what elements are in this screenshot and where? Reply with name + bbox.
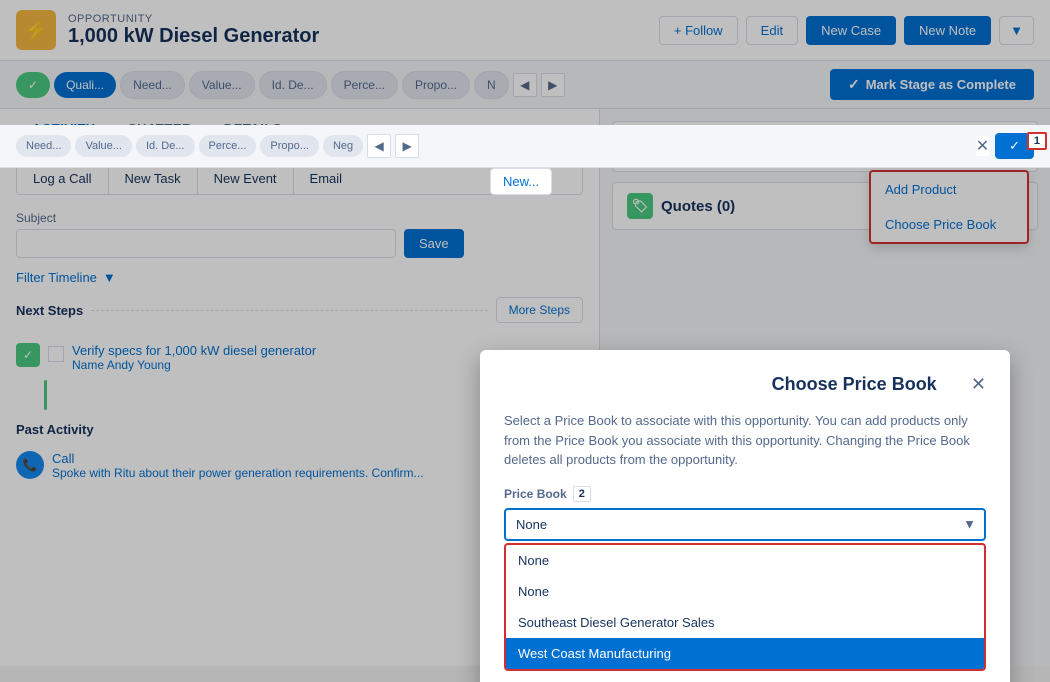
modal-title: Choose Price Book: [737, 374, 970, 395]
overlay-stage-neg: Neg: [323, 135, 363, 157]
price-book-field-label: Price Book 2: [504, 486, 986, 502]
modal-close-button[interactable]: ✕: [971, 374, 986, 395]
modal-header: Choose Price Book ✕: [504, 374, 986, 395]
modal-badge-2: 2: [573, 486, 591, 502]
option-southeast[interactable]: Southeast Diesel Generator Sales: [506, 607, 984, 638]
option-west-coast[interactable]: West Coast Manufacturing: [506, 638, 984, 669]
overlay-stage-bar: Need... Value... Id. De... Perce... Prop…: [0, 125, 1050, 168]
price-book-select[interactable]: None Southeast Diesel Generator Sales We…: [504, 508, 986, 541]
overlay-stage-value: Value...: [75, 135, 132, 157]
overlay-stage-id: Id. De...: [136, 135, 195, 157]
overlay-stage-perce: Perce...: [199, 135, 257, 157]
modal-description: Select a Price Book to associate with th…: [504, 411, 986, 470]
choose-price-book-modal: Choose Price Book ✕ Select a Price Book …: [480, 350, 1010, 682]
overlay-new-label: New...: [490, 168, 552, 195]
option-none-2[interactable]: None: [506, 576, 984, 607]
overlay-stage-propo: Propo...: [260, 135, 319, 157]
overlay-stage-need: Need...: [16, 135, 71, 157]
overlay-stage-next: ▶: [395, 134, 419, 158]
modal-stage-close-button[interactable]: ✕: [976, 136, 989, 156]
badge-1: 1: [1027, 132, 1047, 150]
price-book-label-text: Price Book: [504, 487, 567, 501]
option-none-1[interactable]: None: [506, 545, 984, 576]
price-book-select-wrapper: None Southeast Diesel Generator Sales We…: [504, 508, 986, 541]
price-book-dropdown-options: None None Southeast Diesel Generator Sal…: [504, 543, 986, 671]
overlay-stage-prev: ◀: [367, 134, 391, 158]
